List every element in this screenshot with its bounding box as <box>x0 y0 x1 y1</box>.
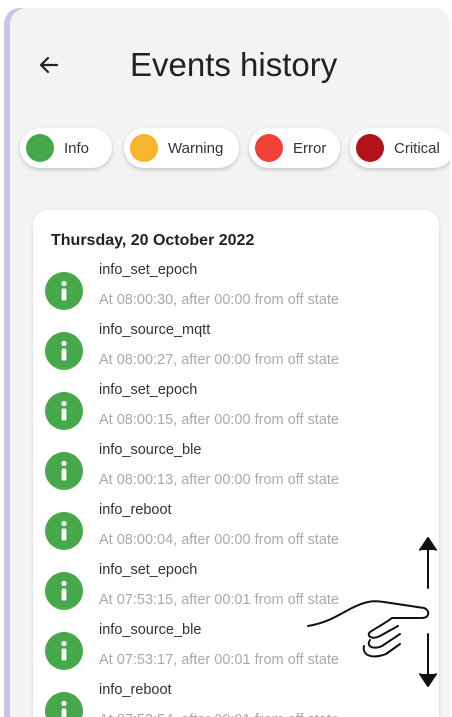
event-name: info_source_mqtt <box>99 322 211 338</box>
event-name: info_set_epoch <box>99 562 198 578</box>
event-detail: At 08:00:15, after 00:00 from off state <box>99 412 339 428</box>
info-icon <box>45 332 83 370</box>
event-detail: At 07:53:17, after 00:01 from off state <box>99 652 339 668</box>
warning-dot-icon <box>130 134 158 162</box>
error-dot-icon <box>255 134 283 162</box>
event-row[interactable]: info_source_ble At 07:53:17, after 00:01 … <box>33 622 439 682</box>
info-icon <box>45 512 83 550</box>
filter-chip-label: Warning <box>168 139 224 157</box>
event-detail: At 08:00:30, after 00:00 from off state <box>99 292 339 308</box>
filter-chip-label: Critical <box>394 139 440 157</box>
filter-chip-warning[interactable]: Warning <box>124 128 239 168</box>
event-detail: At 07:53:54, after 00:01 from off state <box>99 712 339 717</box>
event-name: info_set_epoch <box>99 262 198 278</box>
severity-filter-bar: Info Warning Error Critical <box>20 128 450 176</box>
event-row[interactable]: info_source_mqtt At 08:00:27, after 00:00… <box>33 322 439 382</box>
info-icon <box>45 572 83 610</box>
event-name: info_reboot <box>99 502 172 518</box>
event-row[interactable]: info_set_epoch At 08:00:30, after 00:00 f… <box>33 262 439 322</box>
info-icon <box>45 452 83 490</box>
arrow-left-icon <box>39 56 59 74</box>
critical-dot-icon <box>356 134 384 162</box>
event-detail: At 07:53:15, after 00:01 from off state <box>99 592 339 608</box>
event-row[interactable]: info_set_epoch At 07:53:15, after 00:01 f… <box>33 562 439 622</box>
app-screen: Events history Info Warning Error Critic… <box>10 8 450 717</box>
event-detail: At 08:00:13, after 00:00 from off state <box>99 472 339 488</box>
info-dot-icon <box>26 134 54 162</box>
events-card[interactable]: Thursday, 20 October 2022 info_set_epoch… <box>33 210 439 717</box>
event-name: info_source_ble <box>99 622 202 638</box>
info-icon <box>45 692 83 717</box>
info-icon <box>45 392 83 430</box>
event-row[interactable]: info_reboot At 07:53:54, after 00:01 from… <box>33 682 439 717</box>
filter-chip-critical[interactable]: Critical <box>350 128 450 168</box>
filter-chip-error[interactable]: Error <box>249 128 340 168</box>
event-row[interactable]: info_set_epoch At 08:00:15, after 00:00 f… <box>33 382 439 442</box>
event-name: info_set_epoch <box>99 382 198 398</box>
back-button[interactable] <box>32 48 66 82</box>
event-row[interactable]: info_source_ble At 08:00:13, after 00:00 … <box>33 442 439 502</box>
event-name: info_source_ble <box>99 442 202 458</box>
filter-chip-label: Info <box>64 139 90 157</box>
filter-chip-info[interactable]: Info <box>20 128 112 168</box>
event-row[interactable]: info_reboot At 08:00:04, after 00:00 from… <box>33 502 439 562</box>
info-icon <box>45 632 83 670</box>
event-detail: At 08:00:27, after 00:00 from off state <box>99 352 339 368</box>
app-bar: Events history <box>10 8 450 118</box>
info-icon <box>45 272 83 310</box>
page-title: Events history <box>130 46 338 83</box>
date-heading: Thursday, 20 October 2022 <box>51 232 255 249</box>
filter-chip-label: Error <box>293 139 327 157</box>
event-detail: At 08:00:04, after 00:00 from off state <box>99 532 339 548</box>
event-name: info_reboot <box>99 682 172 698</box>
